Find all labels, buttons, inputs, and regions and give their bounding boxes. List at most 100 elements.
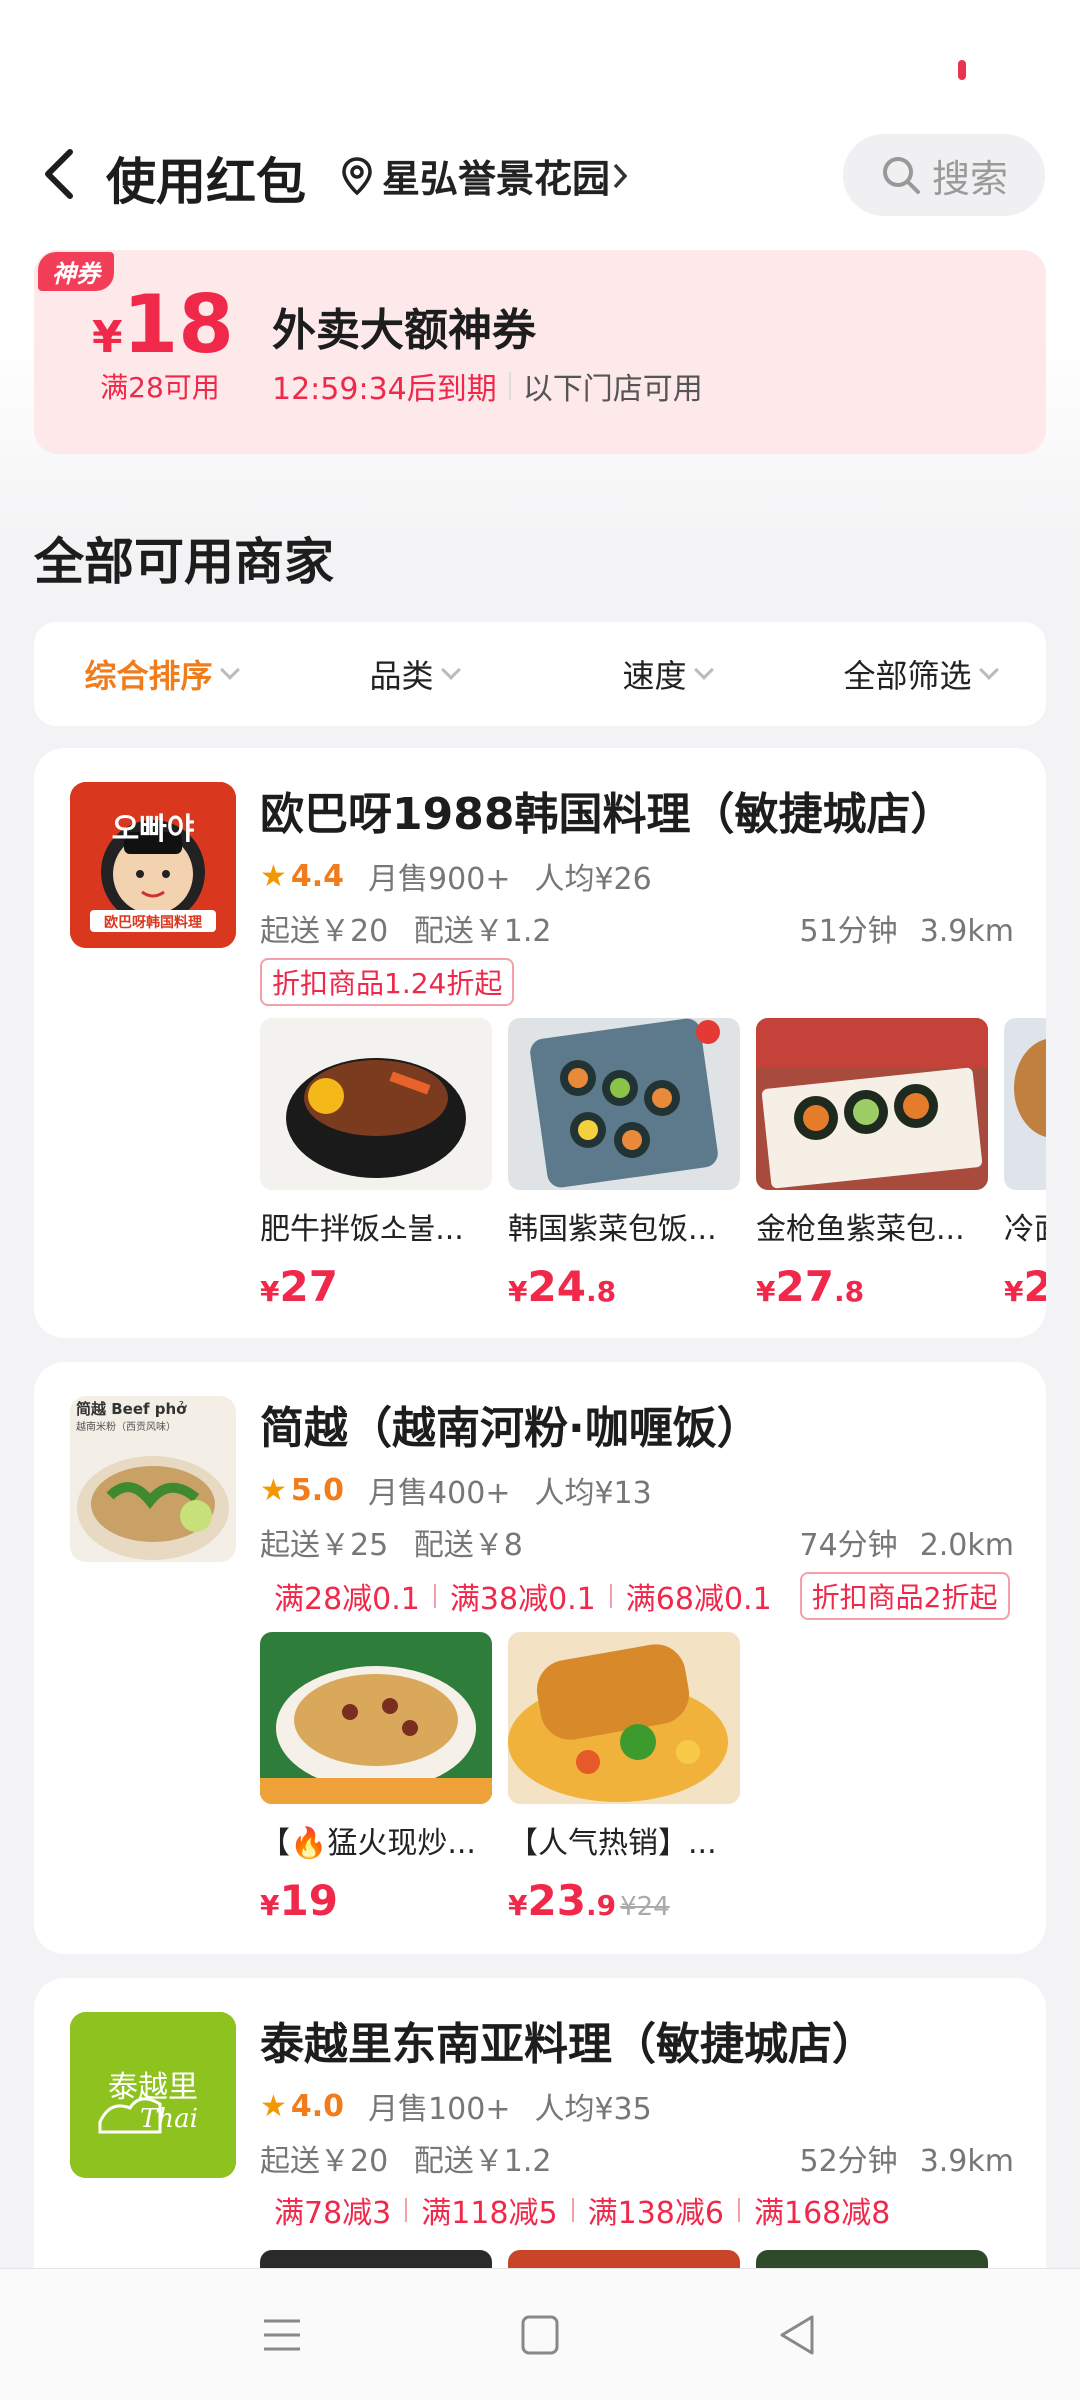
back-nav-button[interactable] [768,2309,828,2361]
delivery-time: 51分钟 [799,914,898,949]
promo-tag: 满78减3 [274,2196,392,2231]
price-currency: ¥ [260,1889,280,1922]
dish-photo [1004,1018,1046,1190]
price-integer: 2 [1023,1262,1046,1311]
menu-icon [264,2319,300,2351]
coupon-value: 18 [122,278,234,371]
sort-filter-bar: 综合排序 品类 速度 全部筛选 [34,622,1046,726]
logo-subcaption: 越南米粉（西贡风味） [76,1422,176,1433]
menu-button[interactable] [252,2309,312,2361]
dish-photo [508,1018,740,1190]
min-order: 起送￥20 [260,914,389,949]
distance: 3.9km [919,914,1014,949]
location-pin-icon [342,156,372,195]
dish-name: 韩国紫菜包饭... [508,1212,717,1247]
coupon-currency: ¥ [92,312,123,363]
monthly-sales: 月售100+ [368,2092,511,2127]
store-rating: 5.0 [290,1472,345,1508]
dish-price: ¥19 [260,1876,492,1925]
dish-image [1004,1018,1046,1190]
search-button[interactable]: 搜索 [843,134,1045,216]
dish-image [260,1632,492,1804]
sort-comprehensive[interactable]: 综合排序 [34,651,287,697]
price-currency: ¥ [508,1275,528,1308]
store-fees: 起送￥25 配送￥8 [260,1520,539,1564]
price-decimal: .9 [585,1889,617,1922]
coupon-expiry-row: 12:59:34后到期 以下门店可用 [272,364,703,408]
dish-image [756,1018,988,1190]
divider [508,372,511,400]
promo-tag: 满28减0.1 [274,1582,420,1617]
store-name: 简越（越南河粉·咖喱饭） [260,1403,761,1454]
min-order: 起送￥20 [260,2144,389,2179]
store-meta: ★ 4.0 月售100+ 人均¥35 [260,2084,652,2128]
star-icon: ★ [260,2088,287,2124]
time-distance: 52分钟 3.9km [778,2136,1015,2180]
star-icon: ★ [260,1472,287,1508]
coupon-available-text: 以下门店可用 [522,372,703,407]
sort-label: 综合排序 [84,657,213,695]
dish-name: 冷面 [1004,1212,1046,1247]
section-title: 全部可用商家 [34,533,334,591]
star-icon: ★ [260,858,287,894]
price-decimal: .8 [585,1275,617,1308]
dish-name: 金枪鱼紫菜包... [756,1212,965,1247]
price-currency: ¥ [260,1275,280,1308]
sort-label: 品类 [369,657,434,695]
dish-price: ¥24.8 [508,1262,740,1311]
status-indicator [958,60,966,80]
delivery-fee: 配送￥1.2 [413,914,552,949]
home-button[interactable] [510,2309,570,2361]
store-card[interactable]: 오빠야 欧巴呀韩国料理 欧巴呀1988韩国料理（敏捷城店） ★ 4.4 月售90… [34,748,1046,1338]
store-name: 泰越里东南亚料理（敏捷城店） [260,2019,876,2070]
dish-image [508,1632,740,1804]
sort-category[interactable]: 品类 [287,651,540,697]
price-integer: 19 [279,1876,338,1925]
avg-price: 人均¥35 [534,2092,652,2127]
sort-speed[interactable]: 速度 [540,651,793,697]
dish-item[interactable]: 【人气热销】... ¥23.9 ¥24 [508,1632,740,1925]
store-meta: ★ 4.4 月售900+ 人均¥26 [260,854,652,898]
monthly-sales: 月售900+ [368,862,511,897]
dish-item[interactable]: 金枪鱼紫菜包... ¥27.8 [756,1018,988,1311]
chevron-down-icon [440,660,461,680]
dish-photo [260,1018,492,1190]
coupon-card[interactable]: 神券 ¥18 满28可用 外卖大额神券 12:59:34后到期 以下门店可用 [34,250,1046,454]
avg-price: 人均¥26 [534,862,652,897]
page-title: 使用红包 [106,153,306,211]
search-icon [882,157,920,194]
store-card[interactable]: 简越 Beef phở 越南米粉（西贡风味） 简越（越南河粉·咖喱饭） ★ 5.… [34,1362,1046,1954]
dish-item[interactable]: 【🔥猛火现炒... ¥19 [260,1632,492,1925]
coupon-expire-time: 12:59:34后到期 [272,372,497,407]
logo-caption: 欧巴呀韩国料理 [104,915,202,931]
sort-all-filters[interactable]: 全部筛选 [793,651,1046,697]
dish-photo [508,1632,740,1804]
logo-korean-text: 오빠야 [111,812,195,847]
logo-caption: 简越 Beef phở [76,1400,187,1418]
price-integer: 23 [527,1876,586,1925]
store-card[interactable]: 泰越里 Thai 泰越里东南亚料理（敏捷城店） ★ 4.0 月售100+ 人均¥… [34,1978,1046,2298]
promo-tag: 满38减0.1 [449,1582,596,1617]
sort-label: 速度 [622,657,687,695]
chevron-right-icon [613,163,628,188]
search-label: 搜索 [931,156,1008,201]
avg-price: 人均¥13 [534,1476,652,1511]
promo-tag: 满168减8 [753,2196,891,2231]
logo-subcaption: Thai [140,2104,198,2134]
monthly-sales: 月售400+ [368,1476,511,1511]
store-name: 欧巴呀1988韩国料理（敏捷城店） [260,789,955,840]
dish-item[interactable]: 冷面 ¥2 [1004,1018,1046,1311]
discount-tag: 折扣商品1.24折起 [260,958,515,1006]
store-rating: 4.4 [290,858,345,894]
back-button[interactable] [36,144,86,204]
dish-item[interactable]: 肥牛拌饭소불... ¥27 [260,1018,492,1311]
distance: 2.0km [919,1528,1014,1563]
original-price: ¥24 [620,1892,670,1922]
dish-item[interactable]: 韩国紫菜包饭... ¥24.8 [508,1018,740,1311]
location-selector[interactable]: 星弘誉景花园 [340,148,630,203]
chevron-down-icon [693,660,714,680]
price-currency: ¥ [756,1275,776,1308]
price-integer: 27 [279,1262,338,1311]
delivery-time: 74分钟 [799,1528,898,1563]
delivery-fee: 配送￥8 [413,1528,523,1563]
